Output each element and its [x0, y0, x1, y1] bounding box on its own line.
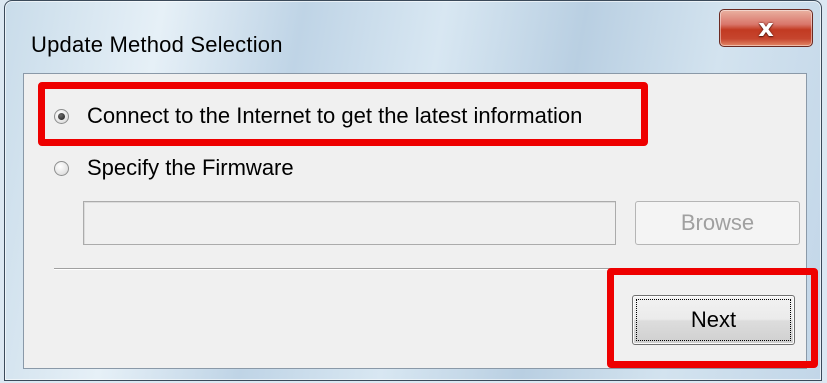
browse-button: Browse [635, 201, 800, 245]
option-specify-firmware-label: Specify the Firmware [87, 155, 294, 180]
radio-connect-internet[interactable] [54, 108, 69, 124]
option-specify-firmware[interactable]: Specify the Firmware [54, 152, 294, 184]
close-icon: x [758, 14, 774, 42]
dialog-window: Update Method Selection x Connect to the… [4, 0, 822, 381]
close-button[interactable]: x [719, 9, 813, 47]
option-connect-internet-label: Connect to the Internet to get the lates… [87, 103, 583, 128]
separator [54, 268, 799, 270]
option-connect-internet[interactable]: Connect to the Internet to get the lates… [54, 100, 582, 132]
next-button[interactable]: Next [632, 295, 795, 345]
firmware-path-field [83, 201, 616, 245]
next-button-label: Next [690, 307, 737, 332]
window-title: Update Method Selection [31, 32, 283, 57]
title-bar[interactable]: Update Method Selection x [5, 1, 821, 79]
radio-specify-firmware[interactable] [54, 160, 69, 176]
dialog-body: Connect to the Internet to get the lates… [23, 73, 807, 369]
